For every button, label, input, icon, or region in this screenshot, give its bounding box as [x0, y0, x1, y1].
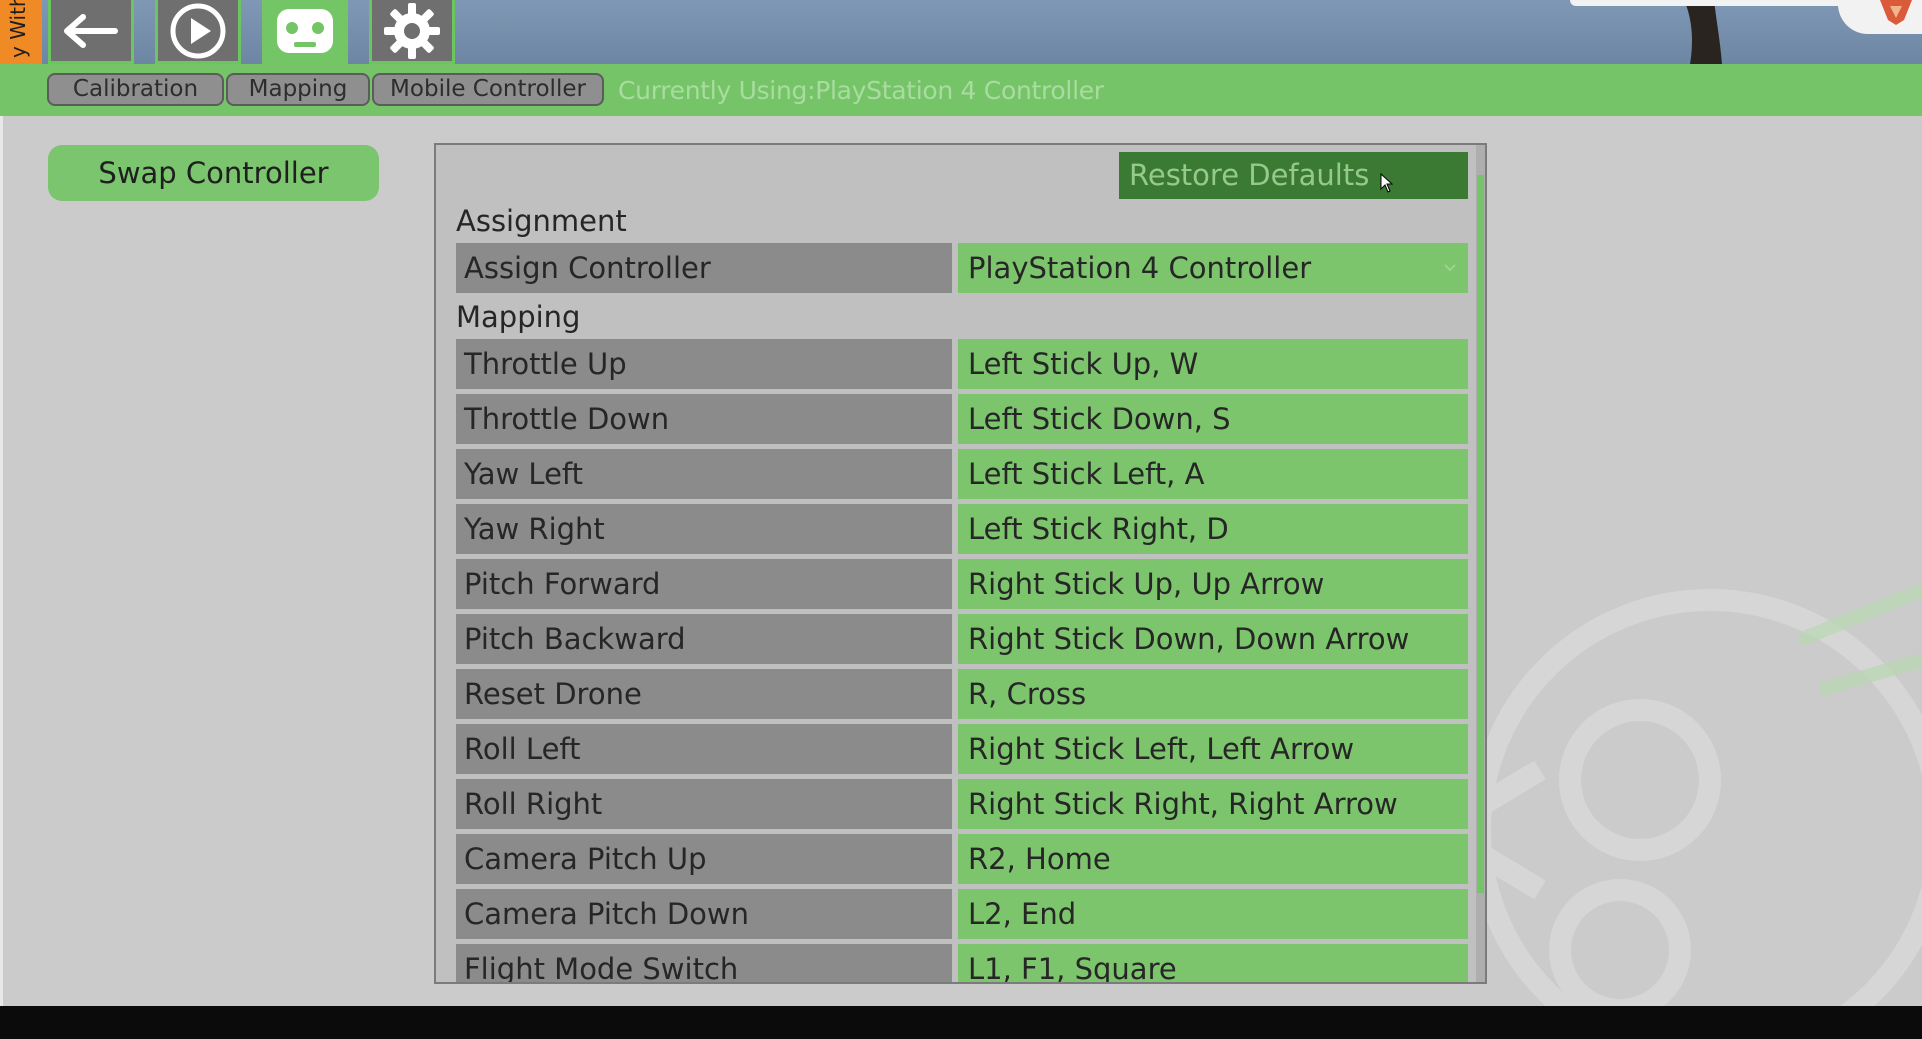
mapping-action-label: Camera Pitch Up	[456, 834, 952, 884]
assign-controller-row: Assign Controller PlayStation 4 Controll…	[456, 243, 1468, 293]
mapping-panel: Restore Defaults Assignment Assign Contr…	[434, 143, 1487, 984]
side-tab[interactable]: y With	[0, 0, 42, 64]
mapping-action-label: Throttle Up	[456, 339, 952, 389]
mapping-binding-button[interactable]: Right Stick Down, Down Arrow	[958, 614, 1468, 664]
left-edge-line	[0, 116, 3, 1006]
back-button[interactable]	[48, 0, 134, 64]
mapping-row: Pitch Forward Right Stick Up, Up Arrow	[456, 559, 1468, 609]
mapping-row: Pitch Backward Right Stick Down, Down Arr…	[456, 614, 1468, 664]
tab-bar: Calibration Mapping Mobile Controller Cu…	[0, 64, 1922, 116]
mapping-binding-button[interactable]: Left Stick Left, A	[958, 449, 1468, 499]
fox-icon	[1880, 0, 1912, 25]
tab-mapping[interactable]: Mapping	[226, 73, 370, 106]
mapping-action-label: Pitch Forward	[456, 559, 952, 609]
mapping-row: Camera Pitch Down L2, End	[456, 889, 1468, 939]
top-toolbar: y With	[0, 0, 1922, 64]
mapping-action-label: Yaw Right	[456, 504, 952, 554]
mapping-heading: Mapping	[456, 300, 581, 334]
assignment-heading: Assignment	[456, 204, 627, 238]
side-tab-label: y With	[6, 0, 30, 58]
mapping-row: Roll Right Right Stick Right, Right Arrow	[456, 779, 1468, 829]
play-circle-icon	[170, 3, 226, 58]
mapping-action-label: Throttle Down	[456, 394, 952, 444]
settings-button[interactable]	[369, 0, 455, 64]
top-edge-bar	[1570, 0, 1850, 6]
current-controller-status: Currently Using:PlayStation 4 Controller	[618, 76, 1104, 105]
mapping-binding-button[interactable]: R, Cross	[958, 669, 1468, 719]
mapping-binding-button[interactable]: Left Stick Down, S	[958, 394, 1468, 444]
assign-controller-label: Assign Controller	[456, 243, 952, 293]
mapping-binding-button[interactable]: L2, End	[958, 889, 1468, 939]
mapping-row: Camera Pitch Up R2, Home	[456, 834, 1468, 884]
mapping-row: Throttle Up Left Stick Up, W	[456, 339, 1468, 389]
assign-controller-dropdown[interactable]: PlayStation 4 Controller	[958, 243, 1468, 293]
avatar[interactable]	[1838, 0, 1922, 34]
mapping-action-label: Roll Left	[456, 724, 952, 774]
mapping-binding-button[interactable]: Left Stick Up, W	[958, 339, 1468, 389]
arrow-left-icon	[64, 13, 118, 48]
controller-button[interactable]	[262, 0, 348, 64]
tab-calibration[interactable]: Calibration	[47, 73, 224, 106]
mapping-row: Yaw Right Left Stick Right, D	[456, 504, 1468, 554]
controller-icon	[277, 8, 333, 53]
play-button[interactable]	[155, 0, 241, 64]
tab-mobile-controller[interactable]: Mobile Controller	[372, 73, 604, 106]
mouse-cursor-icon	[1380, 173, 1394, 193]
scrollbar-thumb[interactable]	[1477, 175, 1484, 893]
mapping-binding-button[interactable]: Right Stick Left, Left Arrow	[958, 724, 1468, 774]
mapping-row: Flight Mode Switch L1, F1, Square	[456, 944, 1468, 982]
gear-icon	[384, 2, 440, 59]
mapping-row: Yaw Left Left Stick Left, A	[456, 449, 1468, 499]
mapping-action-label: Flight Mode Switch	[456, 944, 952, 982]
mapping-binding-button[interactable]: Right Stick Up, Up Arrow	[958, 559, 1468, 609]
mapping-action-label: Yaw Left	[456, 449, 952, 499]
swap-controller-button[interactable]: Swap Controller	[48, 145, 379, 201]
mapping-binding-button[interactable]: Left Stick Right, D	[958, 504, 1468, 554]
mapping-binding-button[interactable]: L1, F1, Square	[958, 944, 1468, 982]
restore-defaults-button[interactable]: Restore Defaults	[1119, 152, 1468, 199]
mapping-action-label: Pitch Backward	[456, 614, 952, 664]
mapping-action-label: Reset Drone	[456, 669, 952, 719]
chevron-down-icon	[1444, 264, 1456, 272]
mapping-row: Roll Left Right Stick Left, Left Arrow	[456, 724, 1468, 774]
mapping-action-label: Camera Pitch Down	[456, 889, 952, 939]
assign-controller-value: PlayStation 4 Controller	[968, 251, 1312, 285]
mapping-binding-button[interactable]: R2, Home	[958, 834, 1468, 884]
tree-trunk-decoration	[1684, 0, 1722, 64]
bottom-bar	[0, 1006, 1922, 1039]
mapping-row: Reset Drone R, Cross	[456, 669, 1468, 719]
mapping-action-label: Roll Right	[456, 779, 952, 829]
mapping-binding-button[interactable]: Right Stick Right, Right Arrow	[958, 779, 1468, 829]
mapping-row: Throttle Down Left Stick Down, S	[456, 394, 1468, 444]
